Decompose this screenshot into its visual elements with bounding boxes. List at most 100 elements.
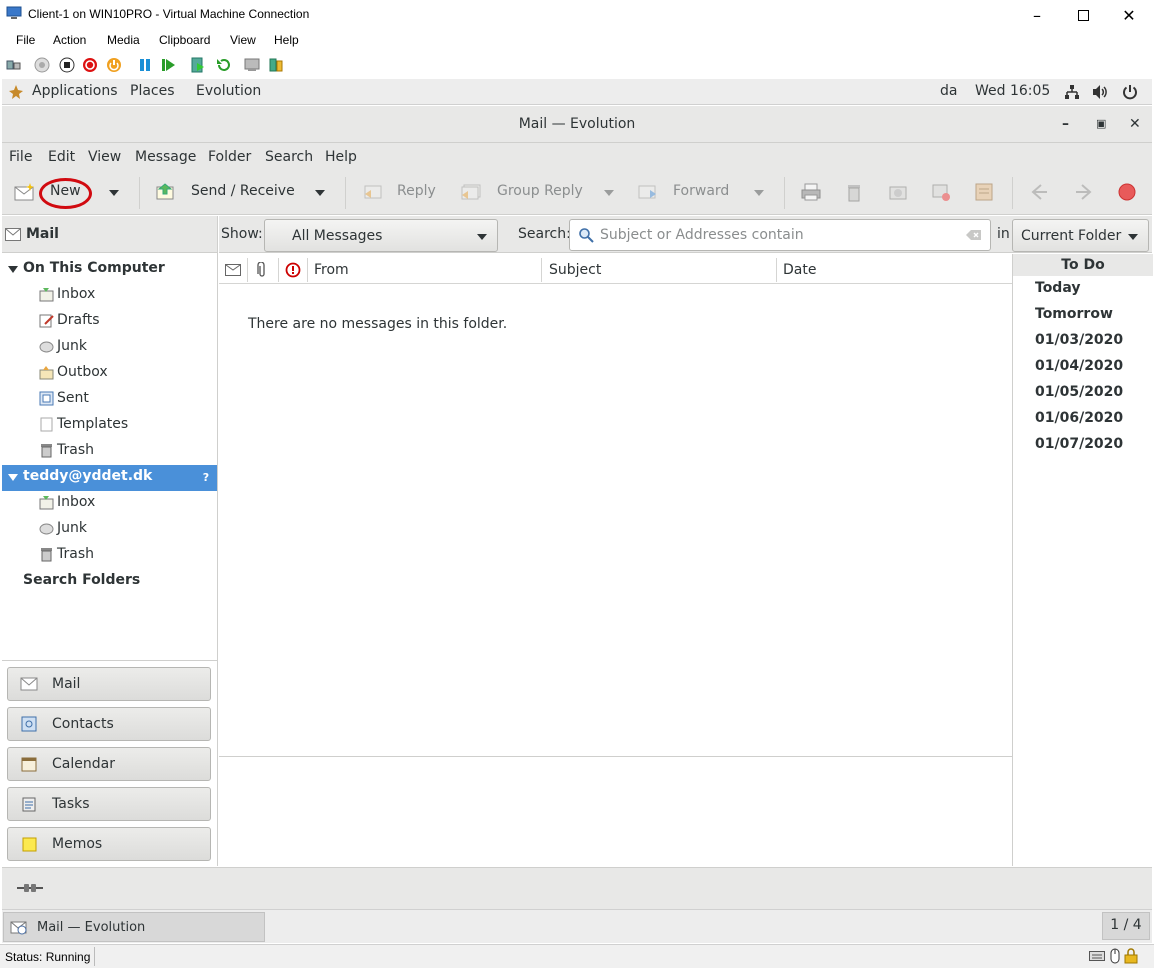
new-dropdown-chevron-icon[interactable]	[109, 190, 119, 196]
message-list[interactable]: There are no messages in this folder.	[219, 284, 1012, 757]
forward-dropdown-chevron-icon[interactable]	[754, 190, 764, 196]
workspace-pager[interactable]: 1 / 4	[1102, 912, 1150, 940]
status-column-icon[interactable]	[225, 264, 241, 276]
search-scope-dropdown[interactable]: Current Folder	[1012, 219, 1149, 252]
turn-off-icon[interactable]	[59, 57, 75, 73]
show-filter-dropdown[interactable]: All Messages	[264, 219, 498, 252]
clock[interactable]: Wed 16:05	[975, 83, 1050, 99]
network-icon[interactable]	[1064, 84, 1080, 100]
stop-icon[interactable]	[1116, 182, 1138, 202]
folder-templates[interactable]: Templates	[57, 416, 128, 432]
switcher-mail-button[interactable]: Mail	[7, 667, 211, 701]
host-menu-view[interactable]: View	[230, 33, 256, 47]
host-menu-clipboard[interactable]: Clipboard	[159, 33, 210, 47]
importance-column-icon[interactable]	[285, 262, 301, 278]
ctrl-alt-del-icon[interactable]	[6, 57, 22, 73]
switcher-contacts-button[interactable]: Contacts	[7, 707, 211, 741]
host-menu-file[interactable]: File	[16, 33, 35, 47]
column-subject[interactable]: Subject	[549, 262, 601, 278]
expander-icon[interactable]	[8, 266, 18, 273]
search-folders[interactable]: Search Folders	[23, 572, 140, 588]
todo-item[interactable]: 01/07/2020	[1035, 436, 1123, 452]
start-icon[interactable]	[34, 57, 50, 73]
folder-junk[interactable]: Junk	[57, 338, 87, 354]
pause-icon[interactable]	[137, 57, 153, 73]
enhanced-session-icon[interactable]	[244, 57, 260, 73]
applications-menu[interactable]: Applications	[32, 83, 118, 99]
column-from[interactable]: From	[314, 262, 349, 278]
taskbar-evolution-window[interactable]: Mail — Evolution	[3, 912, 265, 942]
evo-minimize-button[interactable]: –	[1062, 116, 1069, 132]
trash-icon	[41, 444, 52, 458]
menu-message[interactable]: Message	[135, 149, 196, 165]
print-icon[interactable]	[800, 182, 822, 202]
menu-help[interactable]: Help	[325, 149, 357, 165]
evo-close-button[interactable]: ✕	[1129, 116, 1141, 132]
todo-item[interactable]: 01/05/2020	[1035, 384, 1123, 400]
account-on-this-computer[interactable]: On This Computer	[23, 260, 165, 276]
folder-trash[interactable]: Trash	[57, 442, 94, 458]
folder-drafts[interactable]: Drafts	[57, 312, 100, 328]
remote-folder-trash[interactable]: Trash	[57, 546, 94, 562]
account-teddy-yddet[interactable]: teddy@yddet.dk	[23, 468, 152, 484]
switcher-memos-label: Memos	[52, 836, 103, 852]
evolution-window-title: Mail — Evolution	[518, 116, 636, 132]
shut-down-icon[interactable]	[82, 57, 98, 73]
expander-icon[interactable]	[8, 474, 18, 481]
maximize-button[interactable]	[1060, 0, 1106, 30]
search-input[interactable]: Subject or Addresses contain	[569, 219, 991, 251]
host-menu-media[interactable]: Media	[107, 33, 140, 47]
archive-icon[interactable]	[973, 182, 995, 202]
todo-item[interactable]: 01/03/2020	[1035, 332, 1123, 348]
online-status-icon[interactable]	[16, 882, 44, 894]
menu-view[interactable]: View	[88, 149, 121, 165]
forward-button[interactable]: Forward	[673, 183, 729, 199]
delete-icon[interactable]	[843, 182, 865, 202]
group-reply-button[interactable]: Group Reply	[497, 183, 583, 199]
switcher-calendar-button[interactable]: Calendar	[7, 747, 211, 781]
checkpoint-icon[interactable]	[190, 57, 206, 73]
todo-item[interactable]: Today	[1035, 280, 1080, 296]
send-receive-button[interactable]: Send / Receive	[191, 183, 295, 199]
switcher-memos-button[interactable]: Memos	[7, 827, 211, 861]
remote-folder-inbox[interactable]: Inbox	[57, 494, 95, 510]
host-menu-help[interactable]: Help	[274, 33, 299, 47]
reply-button[interactable]: Reply	[397, 183, 436, 199]
menu-folder[interactable]: Folder	[208, 149, 251, 165]
folder-inbox[interactable]: Inbox	[57, 286, 95, 302]
column-date[interactable]: Date	[783, 262, 816, 278]
back-icon[interactable]	[1029, 182, 1051, 202]
folder-sent[interactable]: Sent	[57, 390, 89, 406]
revert-icon[interactable]	[215, 57, 231, 73]
remote-folder-junk[interactable]: Junk	[57, 520, 87, 536]
todo-item[interactable]: Tomorrow	[1035, 306, 1113, 322]
share-icon[interactable]	[268, 57, 284, 73]
evolution-app-menu[interactable]: Evolution	[196, 83, 261, 99]
menu-edit[interactable]: Edit	[48, 149, 75, 165]
attachment-column-icon[interactable]	[257, 262, 267, 278]
switcher-tasks-button[interactable]: Tasks	[7, 787, 211, 821]
folder-outbox[interactable]: Outbox	[57, 364, 108, 380]
resume-icon[interactable]	[160, 57, 176, 73]
volume-icon[interactable]	[1092, 84, 1109, 100]
search-icon[interactable]	[578, 227, 594, 243]
power-icon[interactable]	[1122, 84, 1138, 100]
host-menu-action[interactable]: Action	[53, 33, 86, 47]
minimize-button[interactable]: –	[1014, 0, 1060, 30]
save-state-icon[interactable]	[106, 57, 122, 73]
todo-item[interactable]: 01/06/2020	[1035, 410, 1123, 426]
close-button[interactable]: ✕	[1106, 0, 1152, 30]
todo-item[interactable]: 01/04/2020	[1035, 358, 1123, 374]
not-junk-icon[interactable]	[930, 182, 952, 202]
junk-icon[interactable]	[887, 182, 909, 202]
menu-file[interactable]: File	[9, 149, 32, 165]
message-preview-pane[interactable]	[219, 758, 1012, 866]
places-menu[interactable]: Places	[130, 83, 175, 99]
clear-search-icon[interactable]	[966, 229, 982, 241]
forward-nav-icon[interactable]	[1072, 182, 1094, 202]
group-reply-dropdown-chevron-icon[interactable]	[604, 190, 614, 196]
evo-maximize-button[interactable]: ▣	[1096, 117, 1106, 130]
keyboard-layout-indicator[interactable]: da	[940, 83, 957, 99]
menu-search[interactable]: Search	[265, 149, 313, 165]
send-receive-dropdown-chevron-icon[interactable]	[315, 190, 325, 196]
